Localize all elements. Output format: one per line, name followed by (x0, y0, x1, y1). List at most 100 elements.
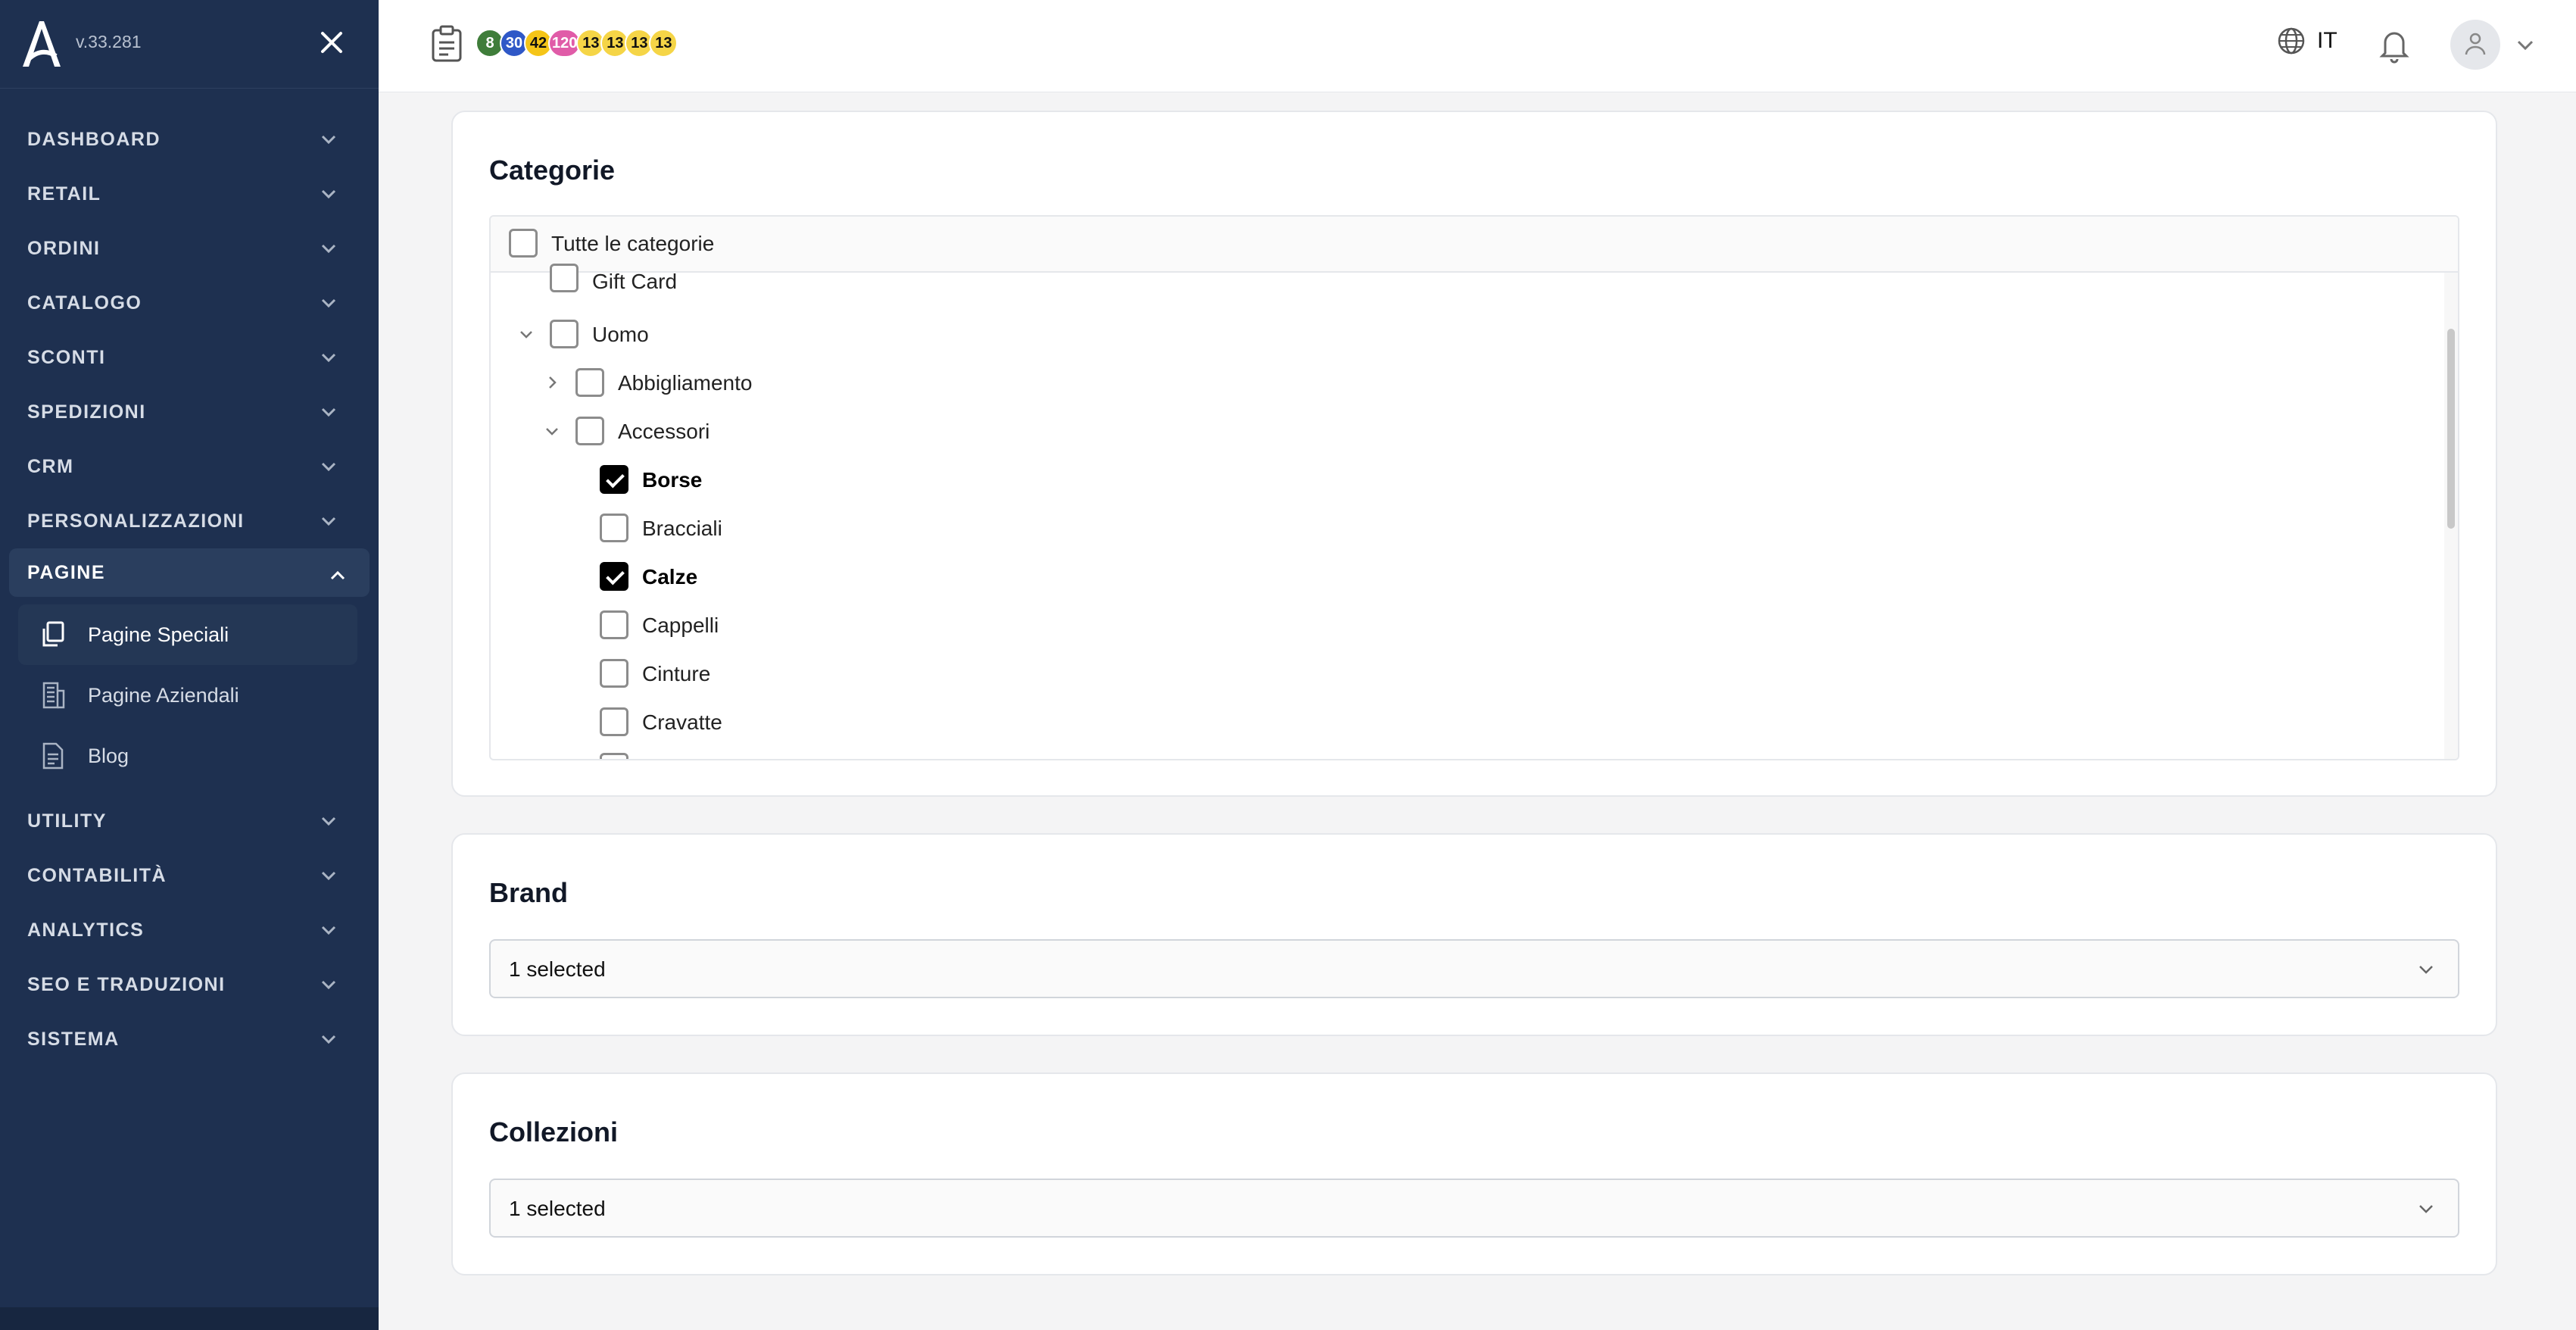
sidebar-subitem-pagine-speciali[interactable]: Pagine Speciali (18, 604, 357, 665)
tree-checkbox[interactable] (600, 753, 628, 759)
sidebar-item-label: ORDINI (27, 237, 101, 259)
tree-item-label: Abbigliamento (618, 371, 753, 395)
chevron-down-icon (321, 980, 336, 990)
tree-item-label: Calze (642, 565, 698, 589)
tree-checkbox[interactable] (600, 465, 628, 494)
sidebar-item-contabilita[interactable]: CONTABILITÀ (0, 848, 379, 903)
scrollbar-thumb[interactable] (2447, 329, 2455, 529)
sidebar-item-dashboard[interactable]: DASHBOARD (0, 112, 379, 167)
tree-checkbox[interactable] (600, 514, 628, 542)
sidebar-subitem-label: Pagine Aziendali (88, 683, 239, 707)
tree-checkbox[interactable] (600, 659, 628, 688)
tree-checkbox[interactable] (600, 707, 628, 736)
document-icon (42, 742, 64, 770)
tree-item-label: Borse (642, 468, 703, 492)
sidebar-item-retail[interactable]: RETAIL (0, 167, 379, 221)
select-all-label: Tutte le categorie (551, 232, 715, 255)
sidebar-item-sistema[interactable]: SISTEMA (0, 1012, 379, 1066)
tree-item-label: Cravatte (642, 710, 722, 734)
tree-item-label: Gift Card (592, 270, 678, 293)
status-badge[interactable]: 13 (649, 29, 678, 58)
tree-checkbox[interactable] (575, 368, 604, 397)
brand-select[interactable]: 1 selected (489, 939, 2459, 998)
sidebar-item-label: SISTEMA (27, 1028, 120, 1050)
sidebar-item-label: CATALOGO (27, 292, 142, 314)
user-icon (2465, 33, 2486, 55)
sidebar-subitem-label: Blog (88, 744, 129, 767)
pagine-submenu: Pagine Speciali Pagine Aziendali Blog (0, 604, 379, 786)
sidebar-item-pagine[interactable]: PAGINE (9, 548, 370, 597)
tree-item-label: Uomo (592, 323, 649, 346)
collezioni-card: Collezioni 1 selected (451, 1072, 2497, 1275)
sidebar: v.33.281 DASHBOARD RETAIL ORDINI CATALOG… (0, 0, 379, 1330)
language-switcher[interactable]: IT (2276, 26, 2337, 56)
sidebar-item-analytics[interactable]: ANALYTICS (0, 903, 379, 957)
chevron-up-icon (330, 570, 345, 580)
tree-item-label: Accessori (618, 420, 710, 443)
chevron-down-icon (321, 244, 336, 254)
chevron-down-icon[interactable] (544, 423, 560, 439)
chevron-right-icon[interactable] (544, 374, 560, 391)
sidebar-item-label: ANALYTICS (27, 919, 145, 941)
sidebar-item-crm[interactable]: CRM (0, 439, 379, 494)
tree-header: Tutte le categorie (491, 217, 2458, 273)
select-value: 1 selected (509, 1197, 606, 1220)
sidebar-subitem-label: Pagine Speciali (88, 623, 229, 646)
app-version: v.33.281 (76, 32, 142, 52)
bell-icon[interactable] (2378, 27, 2411, 64)
notification-badges: 8 30 42 120 13 13 13 13 (476, 29, 678, 58)
chevron-down-icon (321, 871, 336, 881)
tree-checkbox[interactable] (550, 264, 579, 292)
copy-pages-icon (42, 621, 64, 647)
section-title: Brand (489, 877, 569, 908)
tree-checkbox[interactable] (600, 562, 628, 591)
tree-item-label: Cappelli (642, 613, 719, 637)
sidebar-item-label: UTILITY (27, 810, 107, 832)
sidebar-item-sconti[interactable]: SCONTI (0, 330, 379, 385)
sidebar-item-spedizioni[interactable]: SPEDIZIONI (0, 385, 379, 439)
tree-checkbox[interactable] (600, 610, 628, 639)
tree-item-label: Cinture (642, 662, 711, 685)
chevron-down-icon (321, 189, 336, 199)
sidebar-item-personalizzazioni[interactable]: PERSONALIZZAZIONI (0, 494, 379, 548)
select-value: 1 selected (509, 957, 606, 981)
sidebar-subitem-blog[interactable]: Blog (0, 726, 379, 786)
sidebar-item-catalogo[interactable]: CATALOGO (0, 276, 379, 330)
close-sidebar-icon[interactable] (318, 29, 345, 56)
sidebar-item-label: SEO E TRADUZIONI (27, 973, 226, 995)
sidebar-item-label: PAGINE (27, 561, 105, 583)
categorie-card: Categorie Tutte le categorie Gift Card U… (451, 111, 2497, 797)
sidebar-menu: DASHBOARD RETAIL ORDINI CATALOGO SCONTI … (0, 112, 379, 1066)
chevron-down-icon (2419, 1205, 2433, 1213)
avatar[interactable] (2450, 20, 2500, 70)
chevron-down-icon[interactable] (2515, 36, 2535, 53)
clipboard-icon[interactable] (430, 24, 463, 64)
globe-icon (2278, 27, 2305, 55)
sidebar-item-label: SCONTI (27, 346, 106, 368)
language-label: IT (2317, 28, 2337, 53)
sidebar-item-label: CONTABILITÀ (27, 864, 167, 886)
sidebar-header: v.33.281 (0, 0, 379, 89)
collezioni-select[interactable]: 1 selected (489, 1179, 2459, 1238)
select-all-checkbox[interactable] (509, 229, 538, 258)
chevron-down-icon (321, 353, 336, 363)
tree-item-label: Bracciali (642, 517, 722, 540)
tree-scrollbar[interactable] (2444, 273, 2458, 759)
sidebar-item-utility[interactable]: UTILITY (0, 794, 379, 848)
chevron-down-icon (321, 462, 336, 472)
chevron-down-icon (321, 298, 336, 308)
building-icon (42, 682, 65, 709)
sidebar-subitem-pagine-aziendali[interactable]: Pagine Aziendali (0, 665, 379, 726)
chevron-down-icon (321, 135, 336, 145)
section-title: Categorie (489, 155, 616, 186)
tree-checkbox[interactable] (575, 417, 604, 445)
sidebar-item-ordini[interactable]: ORDINI (0, 221, 379, 276)
sidebar-item-seo-e-traduzioni[interactable]: SEO E TRADUZIONI (0, 957, 379, 1012)
topbar: 8 30 42 120 13 13 13 13 IT (379, 0, 2576, 92)
brand-card: Brand 1 selected (451, 833, 2497, 1036)
sidebar-footer (0, 1307, 379, 1330)
chevron-down-icon[interactable] (518, 326, 535, 342)
app-logo[interactable] (18, 17, 64, 70)
sidebar-item-label: SPEDIZIONI (27, 401, 146, 423)
tree-checkbox[interactable] (550, 320, 579, 348)
